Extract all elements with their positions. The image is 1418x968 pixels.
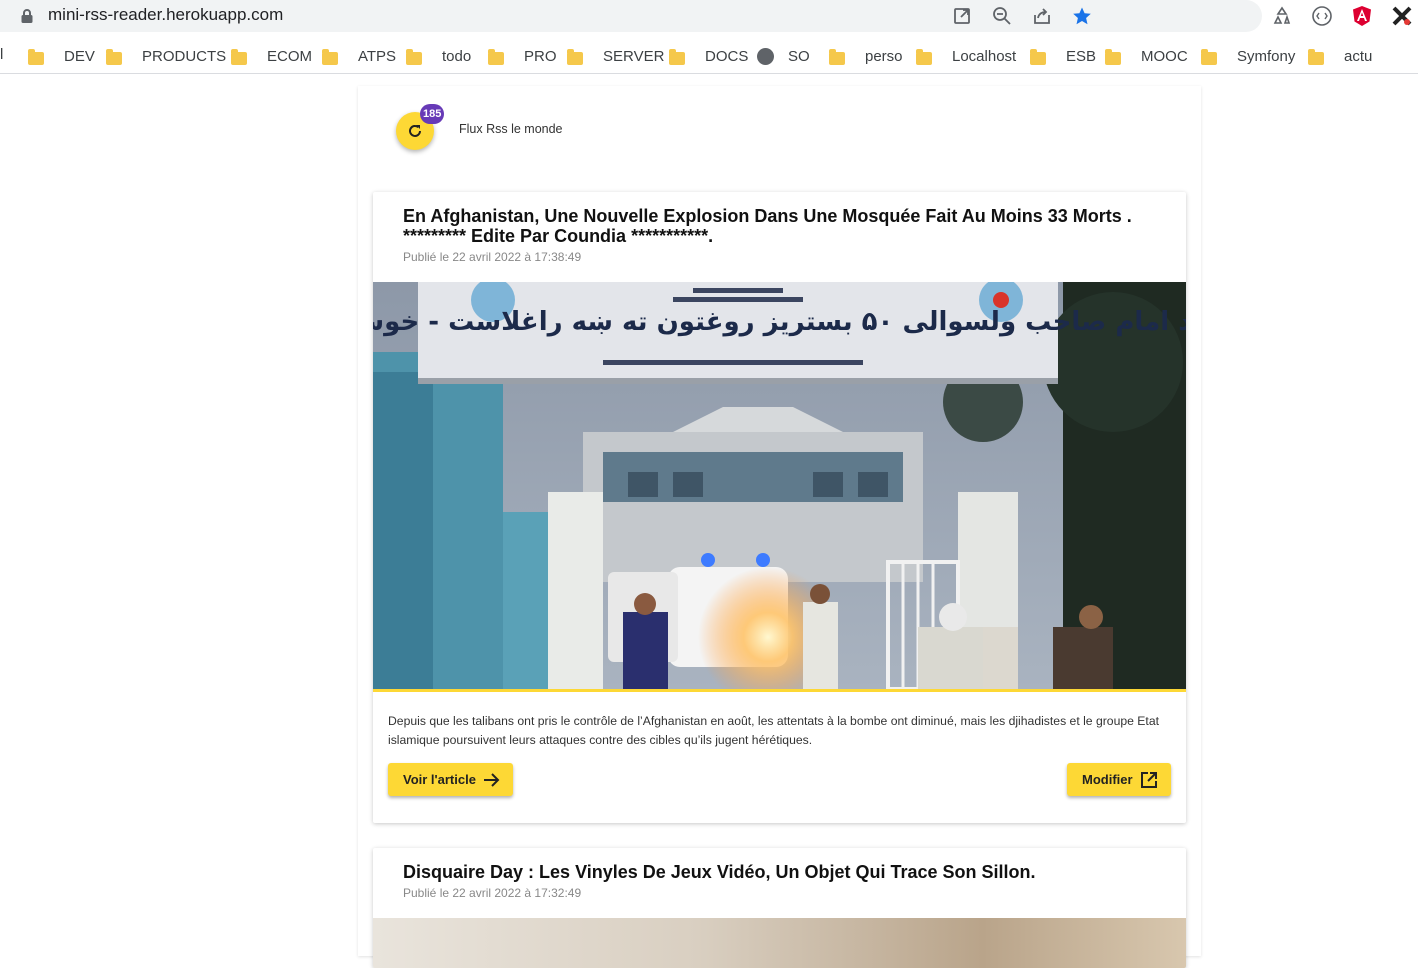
bookmark-so[interactable]: SO [757, 45, 810, 67]
bookmark-symfony[interactable]: Symfony [1201, 45, 1295, 67]
bookmark-label: PRO [524, 47, 557, 65]
folder-icon [567, 48, 583, 65]
page-content: 185 Flux Rss le monde En Afghanistan, Un… [0, 76, 1418, 968]
url-text: mini-rss-reader.herokuapp.com [48, 5, 284, 24]
bookmark-label: Symfony [1237, 47, 1296, 65]
bookmarks-bar: l DEV PRODUCTS ECOM ATPS todo PRO SERVER… [0, 38, 1418, 74]
bookmark-server[interactable]: SERVER [567, 45, 664, 67]
folder-icon [406, 48, 422, 65]
read-article-label: Voir l'article [403, 772, 476, 787]
folder-icon [106, 48, 122, 65]
bookmark-star-icon[interactable] [1070, 4, 1094, 28]
open-in-new-icon [1140, 771, 1157, 788]
browser-toolbar: mini-rss-reader.herokuapp.com [0, 0, 1418, 36]
address-bar[interactable]: mini-rss-reader.herokuapp.com [0, 0, 1262, 32]
bookmark-label: DOCS [705, 47, 749, 65]
bookmark-label: ECOM [267, 47, 312, 65]
folder-icon [1201, 48, 1217, 65]
folder-icon [1030, 48, 1046, 65]
bookmark-products[interactable]: PRODUCTS [106, 45, 226, 67]
bookmark-label: MOOC [1141, 47, 1188, 65]
article-description: Depuis que les talibans ont pris le cont… [388, 714, 1159, 747]
bookmark-label: ESB [1066, 47, 1097, 65]
folder-icon [231, 48, 247, 65]
bookmark-label: SO [788, 47, 810, 65]
bookmark-docs[interactable]: DOCS [669, 45, 748, 67]
folder-icon [322, 48, 338, 65]
image-accent-bar [373, 689, 1186, 692]
folder-icon [488, 48, 504, 65]
article-image: د امام صاحب ولسوالی ۵۰ بستریز روغتون ته … [373, 282, 1186, 689]
article-card: En Afghanistan, Une Nouvelle Explosion D… [373, 192, 1186, 823]
feed-title: Flux Rss le monde [459, 122, 563, 136]
open-in-new-icon[interactable] [950, 4, 974, 28]
article-date: Publié le 22 avril 2022 à 17:32:49 [403, 886, 582, 900]
article-image [373, 918, 1186, 968]
angular-extension-icon[interactable] [1350, 4, 1374, 28]
lock-icon [21, 9, 33, 23]
bookmark-actu[interactable]: actu [1308, 45, 1372, 67]
article-title[interactable]: Disquaire Day : Les Vinyles De Jeux Vidé… [403, 862, 1153, 882]
bookmark-perso[interactable]: perso [829, 45, 903, 67]
article-date: Publié le 22 avril 2022 à 17:38:49 [403, 250, 582, 264]
bookmark-localhost[interactable]: Localhost [916, 45, 1016, 67]
bookmark-label: perso [865, 47, 903, 65]
zoom-icon[interactable] [990, 4, 1014, 28]
folder-icon [1105, 48, 1121, 65]
article-card: Disquaire Day : Les Vinyles De Jeux Vidé… [373, 848, 1186, 968]
bookmark-cut-off[interactable]: l [0, 46, 4, 64]
edit-button[interactable]: Modifier [1067, 763, 1171, 796]
bookmark-label: PRODUCTS [142, 47, 227, 65]
dark-extension-icon[interactable] [1390, 4, 1414, 28]
bookmark-label: todo [442, 47, 472, 65]
feed-container: 185 Flux Rss le monde En Afghanistan, Un… [358, 86, 1201, 968]
unread-count-badge: 185 [420, 104, 445, 124]
code-extension-icon[interactable] [1310, 4, 1334, 28]
share-icon[interactable] [1030, 4, 1054, 28]
arrow-right-icon [483, 772, 500, 787]
read-article-button[interactable]: Voir l'article [388, 763, 513, 796]
bookmark-ecom[interactable]: ECOM [231, 45, 312, 67]
bookmark-label: Localhost [952, 47, 1017, 65]
bookmark-label: DEV [64, 47, 95, 65]
bookmark-mooc[interactable]: MOOC [1105, 45, 1188, 67]
bookmark-todo[interactable]: todo [406, 45, 471, 67]
bookmark-esb[interactable]: ESB [1030, 45, 1096, 67]
refresh-icon [409, 124, 421, 137]
bookmark-label: SERVER [603, 47, 665, 65]
bookmark-pro[interactable]: PRO [488, 45, 557, 67]
bookmark-label: actu [1344, 47, 1373, 65]
edit-label: Modifier [1082, 772, 1133, 787]
folder-icon [28, 48, 44, 65]
folder-icon [1308, 48, 1324, 65]
folder-icon [829, 48, 845, 65]
bookmark-label: ATPS [358, 47, 397, 65]
folder-icon [669, 48, 685, 65]
article-title[interactable]: En Afghanistan, Une Nouvelle Explosion D… [403, 206, 1153, 246]
bookmark-dev[interactable]: DEV [28, 45, 95, 67]
refresh-button[interactable]: 185 [396, 104, 445, 150]
sign-text: د امام صاحب ولسوالی ۵۰ بستریز روغتون ته … [373, 305, 1186, 337]
globe-icon [757, 47, 774, 65]
recycle-extension-icon[interactable] [1270, 4, 1294, 28]
bookmark-atps[interactable]: ATPS [322, 45, 396, 67]
folder-icon [916, 48, 932, 65]
